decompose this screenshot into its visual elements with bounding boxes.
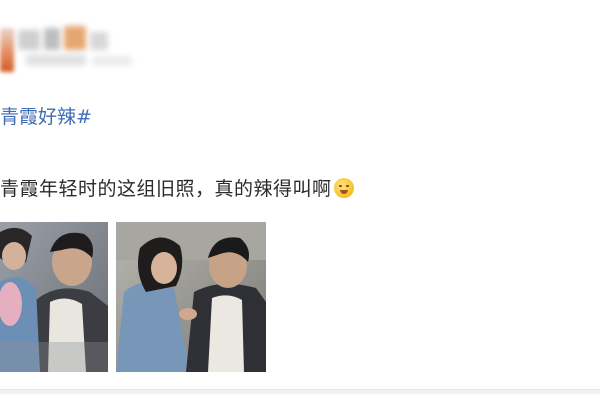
post-photo-2[interactable]	[116, 222, 266, 372]
post-text-content: 青霞年轻时的这组旧照，真的辣得叫啊	[0, 178, 332, 200]
divider	[0, 389, 600, 394]
crying-laughing-emoji-icon	[333, 178, 354, 198]
author-avatar[interactable]	[0, 28, 14, 72]
author-name-blurred[interactable]	[18, 24, 138, 76]
post-photo-1[interactable]	[0, 222, 108, 372]
weibo-post: 青霞好辣# 青霞年轻时的这组旧照，真的辣得叫啊	[0, 0, 600, 394]
photo-icon	[0, 222, 108, 372]
post-text: 青霞年轻时的这组旧照，真的辣得叫啊	[0, 176, 354, 202]
hashtag-link[interactable]: 青霞好辣#	[0, 104, 92, 130]
photo-icon	[116, 222, 266, 372]
